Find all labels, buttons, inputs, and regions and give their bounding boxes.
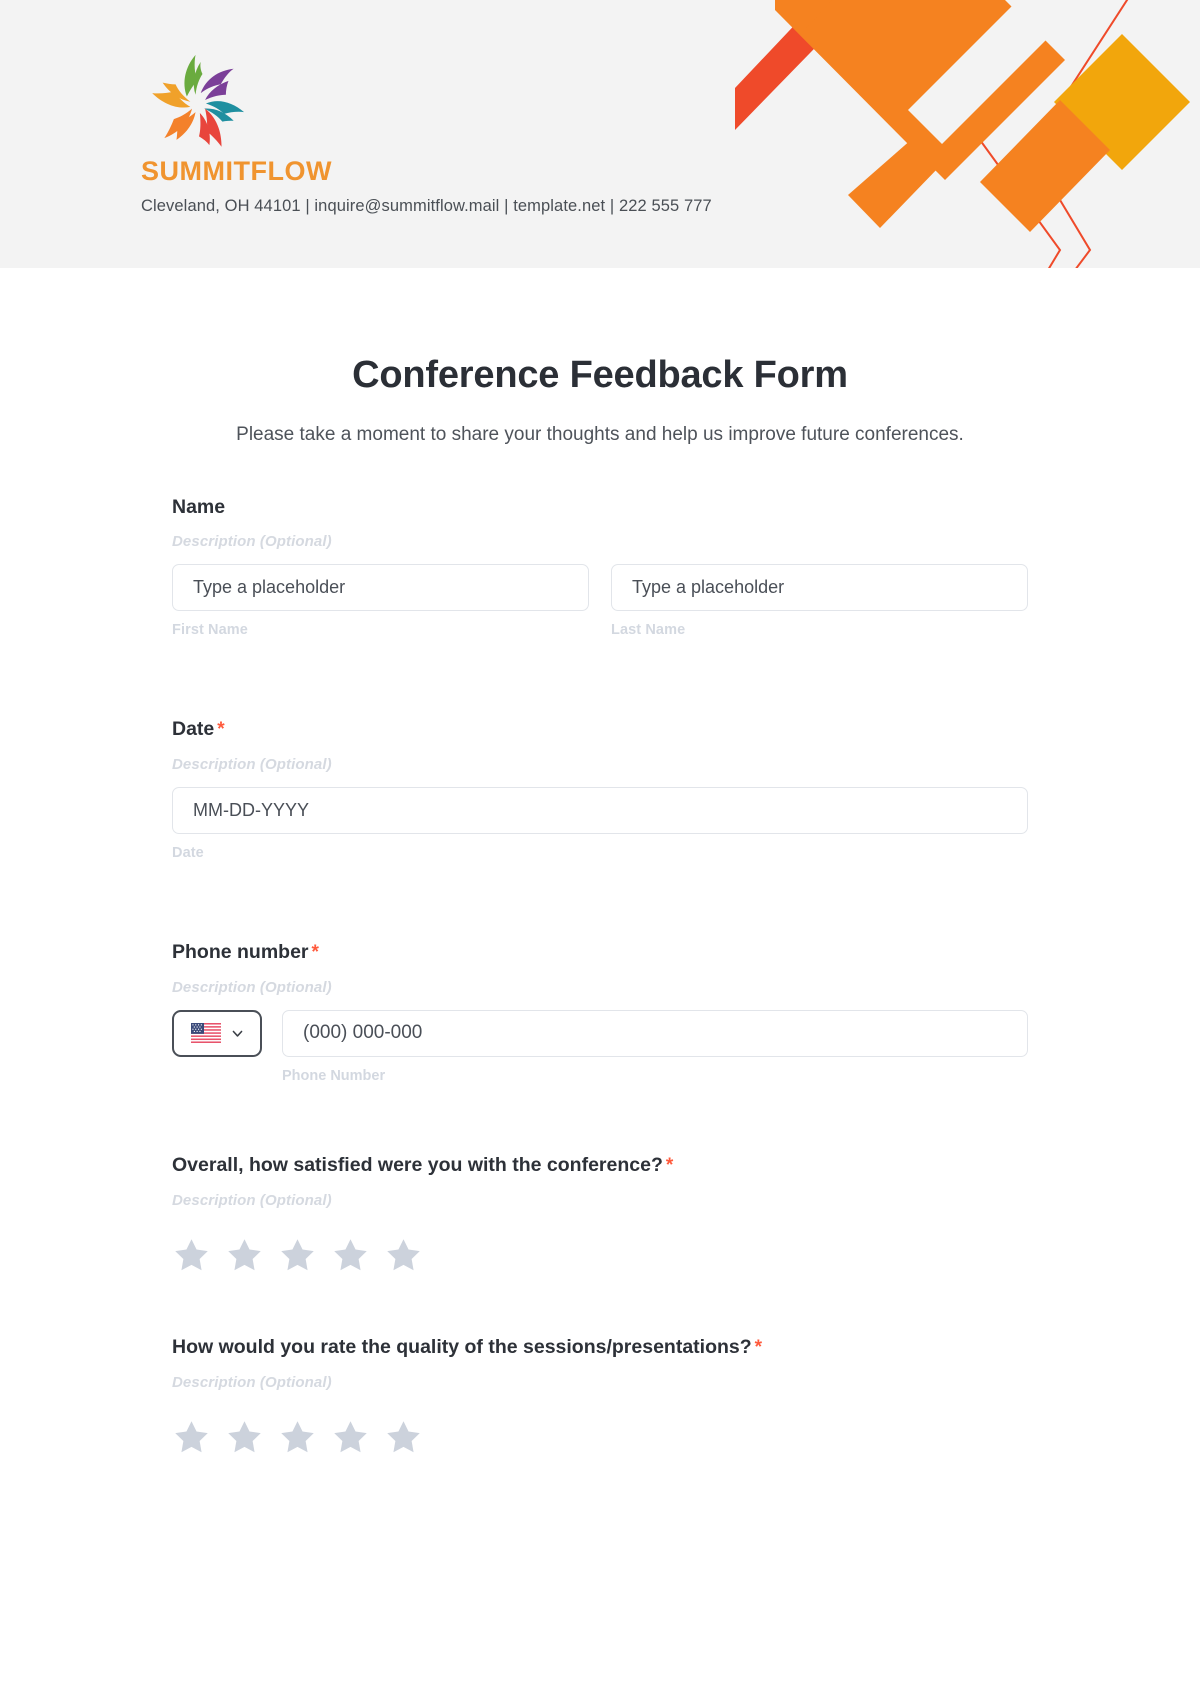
star-icon-3[interactable] (278, 1235, 317, 1274)
country-code-select[interactable] (172, 1009, 262, 1057)
chevron-down-icon (232, 1030, 242, 1037)
field-satisfaction-label: Overall, how satisfied were you with the… (172, 1154, 1028, 1178)
name-input-row: Type a placeholder Type a placeholder (172, 564, 1028, 612)
star-icon-3[interactable] (278, 1417, 317, 1456)
field-session-quality-label: How would you rate the quality of the se… (172, 1336, 1028, 1360)
field-name: Name Description (Optional) Type a place… (172, 496, 1028, 638)
star-icon-1[interactable] (172, 1417, 211, 1456)
field-phone-description: Description (Optional) (172, 978, 332, 996)
form-fields: Name Description (Optional) Type a place… (172, 446, 1028, 1456)
form-sheet: Conference Feedback Form Please take a m… (0, 268, 1200, 1456)
field-session-quality-rating: How would you rate the quality of the se… (172, 1336, 1028, 1456)
star-icon-2[interactable] (225, 1417, 264, 1456)
star-icon-4[interactable] (331, 1417, 370, 1456)
field-date: Date * Description (Optional) MM-DD-YYYY … (172, 718, 1028, 861)
field-date-label-text: Date (172, 718, 215, 741)
field-session-quality-description: Description (Optional) (172, 1373, 332, 1391)
field-phone: Phone number * Description (Optional) (0… (172, 941, 1028, 1084)
last-name-input[interactable]: Type a placeholder (611, 564, 1028, 612)
star-icon-1[interactable] (172, 1235, 211, 1274)
field-name-description: Description (Optional) (172, 533, 332, 551)
field-satisfaction-label-text: Overall, how satisfied were you with the… (172, 1153, 663, 1176)
page-header: SUMMITFLOW Cleveland, OH 44101 | inquire… (0, 0, 1200, 268)
star-icon-5[interactable] (384, 1235, 423, 1274)
phone-number-input[interactable]: (000) 000-000 (282, 1009, 1028, 1057)
field-name-label-text: Name (172, 496, 226, 518)
date-sub-labels: Date (172, 845, 1028, 861)
star-icon-5[interactable] (384, 1417, 423, 1456)
satisfaction-star-rating[interactable] (172, 1235, 1028, 1274)
date-sub-label: Date (172, 845, 204, 862)
session-quality-star-rating[interactable] (172, 1417, 1028, 1456)
pinwheel-flower-logo-icon (152, 54, 245, 147)
brand-name: SUMMITFLOW (141, 156, 332, 186)
required-asterisk: * (665, 1154, 674, 1176)
first-name-sub-label: First Name (172, 622, 248, 639)
page-subtitle: Please take a moment to share your thoug… (236, 424, 964, 445)
field-satisfaction-description: Description (Optional) (172, 1191, 332, 1209)
brand-contact-line: Cleveland, OH 44101 | inquire@summitflow… (141, 197, 712, 215)
phone-input-row: (000) 000-000 (172, 1009, 1028, 1057)
required-asterisk: * (754, 1336, 763, 1358)
brand-block: SUMMITFLOW Cleveland, OH 44101 | inquire… (141, 48, 781, 216)
field-satisfaction-rating: Overall, how satisfied were you with the… (172, 1154, 1028, 1274)
field-session-quality-label-text: How would you rate the quality of the se… (172, 1335, 752, 1358)
star-icon-4[interactable] (331, 1235, 370, 1274)
us-flag-icon (190, 1023, 221, 1044)
last-name-sub-label: Last Name (611, 622, 686, 639)
date-input-row: MM-DD-YYYY (172, 787, 1028, 835)
first-name-input[interactable]: Type a placeholder (172, 564, 589, 612)
phone-sub-label: Phone Number (282, 1067, 386, 1084)
field-phone-label: Phone number * (172, 941, 1028, 965)
date-input[interactable]: MM-DD-YYYY (172, 787, 1028, 835)
required-asterisk: * (311, 942, 319, 964)
field-phone-label-text: Phone number (172, 941, 309, 964)
field-name-label: Name (172, 496, 1028, 519)
field-date-description: Description (Optional) (172, 756, 332, 774)
required-asterisk: * (217, 719, 225, 741)
star-icon-2[interactable] (225, 1235, 264, 1274)
name-sub-labels: First Name Last Name (172, 622, 1028, 638)
field-date-label: Date * (172, 718, 1028, 742)
page-title: Conference Feedback Form (352, 354, 848, 396)
header-decoration (730, 0, 1200, 268)
